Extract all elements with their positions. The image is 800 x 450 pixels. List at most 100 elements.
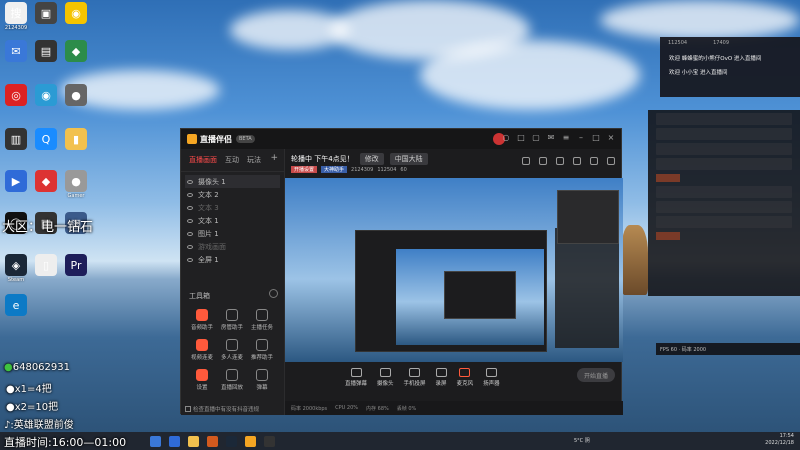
tool-button[interactable]: 房管助手 — [217, 309, 247, 331]
layer-item[interactable]: 摄像头 1 — [185, 175, 280, 188]
stream-preview[interactable] — [285, 178, 623, 362]
tool-icon — [256, 309, 268, 321]
layer-item[interactable]: 游戏画面 — [185, 240, 280, 253]
tool-button[interactable]: 弹幕 — [247, 369, 277, 391]
desktop-icon[interactable]: ◆ — [56, 40, 96, 63]
tool-button[interactable]: 多人连麦 — [217, 339, 247, 361]
toolbox-settings-icon[interactable] — [269, 289, 278, 298]
eye-icon[interactable] — [187, 205, 193, 210]
toolbar-button[interactable]: 手机投屏 — [404, 367, 426, 387]
app-icon[interactable] — [264, 435, 275, 447]
eye-icon[interactable] — [187, 231, 193, 236]
layout-icon[interactable] — [539, 157, 547, 165]
toolbar-button[interactable]: 扬声器 — [483, 367, 500, 387]
app-icon: ◆ — [35, 170, 57, 192]
settings-row[interactable] — [656, 143, 792, 155]
layer-label: 文本 3 — [198, 203, 219, 212]
tab-stream-screen[interactable]: 直播画面 — [189, 155, 217, 165]
checkbox-icon[interactable] — [185, 406, 191, 412]
tool-button[interactable]: 主播任务 — [247, 309, 277, 331]
tool-button[interactable]: 推荐助手 — [247, 339, 277, 361]
eye-icon[interactable] — [187, 192, 193, 197]
layer-item[interactable]: 文本 1 — [185, 214, 280, 227]
toolbar-button[interactable]: 录屏 — [435, 367, 447, 387]
settings-row[interactable] — [656, 216, 792, 228]
minimize-icon[interactable]: – — [577, 134, 585, 142]
app-icon[interactable] — [226, 435, 237, 447]
room-title-row: 轮播中 下午4点见！ 修改 中国大陆 — [291, 153, 428, 165]
desktop-icon[interactable]: ● Gamer — [56, 170, 96, 199]
share-icon[interactable] — [607, 157, 615, 165]
desktop-icon[interactable]: ▮ — [56, 128, 96, 151]
bell-icon[interactable] — [590, 157, 598, 165]
layer-label: 全屏 1 — [198, 255, 219, 264]
schedule-text: 直播时间:16:00—01:00 — [4, 436, 127, 449]
live-settings-tag[interactable]: 开播设置 — [291, 166, 318, 173]
help-icon[interactable]: ○ — [502, 134, 510, 142]
viewer-count: 2124309 — [351, 166, 374, 173]
tool-button[interactable]: 设置 — [187, 369, 217, 391]
live-companion-icon[interactable] — [245, 435, 256, 447]
layer-item[interactable]: 文本 3 — [185, 201, 280, 214]
mail-icon[interactable]: ✉ — [547, 134, 555, 142]
clock[interactable]: 17:54 2022/12/18 — [765, 433, 794, 447]
maximize-icon[interactable]: □ — [592, 134, 600, 142]
settings-row[interactable] — [656, 158, 792, 170]
toolbar-button[interactable]: 摄像头 — [377, 367, 394, 387]
layer-item[interactable]: 全屏 1 — [185, 253, 280, 266]
tool-button[interactable]: 直播回放 — [217, 369, 247, 391]
settings-row[interactable] — [656, 113, 792, 125]
assistant-tag[interactable]: 大神助手 — [321, 166, 348, 173]
title-bar[interactable]: 直播伴侣 BETA ○ □ ▢ ✉ ≡ – □ × — [181, 129, 621, 149]
app-icon[interactable] — [207, 435, 218, 447]
chat-stat-1: 112504 — [668, 40, 688, 46]
desktop-icon[interactable]: ◉ — [56, 2, 96, 25]
tool-icon — [226, 339, 238, 351]
settings-accent-button[interactable] — [656, 232, 680, 240]
edge-icon[interactable] — [169, 435, 180, 447]
tool-button[interactable]: 视频连麦 — [187, 339, 217, 361]
tool-icon — [196, 309, 208, 321]
weather[interactable]: 5°C 阴 — [574, 437, 590, 444]
start-live-button[interactable]: 开始直播 — [577, 368, 615, 382]
app-icon: ▣ — [35, 2, 57, 24]
desktop-icon[interactable]: Pr — [56, 254, 96, 277]
chat-icon[interactable]: □ — [517, 134, 525, 142]
bag-icon[interactable]: ▢ — [532, 134, 540, 142]
add-source-icon[interactable]: + — [270, 153, 278, 163]
eye-icon[interactable] — [187, 244, 193, 249]
app-icon: ◈ — [5, 254, 27, 276]
menu-icon[interactable]: ≡ — [562, 134, 570, 142]
app-icon: ▶ — [5, 170, 27, 192]
desktop-icon[interactable]: ● — [56, 84, 96, 107]
eye-icon[interactable] — [187, 179, 193, 184]
settings-row[interactable] — [656, 186, 792, 198]
tab-play[interactable]: 玩法 — [247, 155, 261, 165]
tool-button[interactable]: 音频助手 — [187, 309, 217, 331]
screen-icon[interactable] — [556, 157, 564, 165]
desktop-icon[interactable]: e — [0, 294, 36, 317]
eye-icon[interactable] — [187, 218, 193, 223]
folder-icon[interactable] — [188, 435, 199, 447]
start-icon[interactable] — [150, 435, 161, 447]
settings-row[interactable] — [656, 128, 792, 140]
edit-title-button[interactable]: 修改 — [359, 153, 384, 165]
tool-label: 主播任务 — [250, 325, 273, 331]
image-icon[interactable] — [573, 157, 581, 165]
toolbar-button[interactable]: 麦克风 — [457, 367, 473, 387]
settings-accent-button[interactable] — [656, 174, 680, 182]
footer-check-label: 检查直播中有没有抖音违规 — [193, 407, 260, 413]
layer-item[interactable]: 文本 2 — [185, 188, 280, 201]
tool-icon — [256, 339, 268, 351]
settings-row[interactable] — [656, 201, 792, 213]
toolbar-button[interactable]: 直播弹幕 — [345, 367, 367, 387]
gift-icon[interactable] — [522, 157, 530, 165]
footer-check[interactable]: 检查直播中有没有抖音违规 — [185, 405, 259, 413]
eye-icon[interactable] — [187, 257, 193, 262]
layer-item[interactable]: 图片 1 — [185, 227, 280, 240]
nested-window — [355, 230, 547, 352]
region-select[interactable]: 中国大陆 — [389, 153, 428, 165]
tab-interact[interactable]: 互动 — [225, 155, 239, 165]
chat-overlay: 112504 17409 欢迎 蜂蜂蜜的小熊仔OvO 进入直播间 欢迎 小小宝 … — [660, 37, 800, 97]
close-icon[interactable]: × — [607, 134, 615, 142]
